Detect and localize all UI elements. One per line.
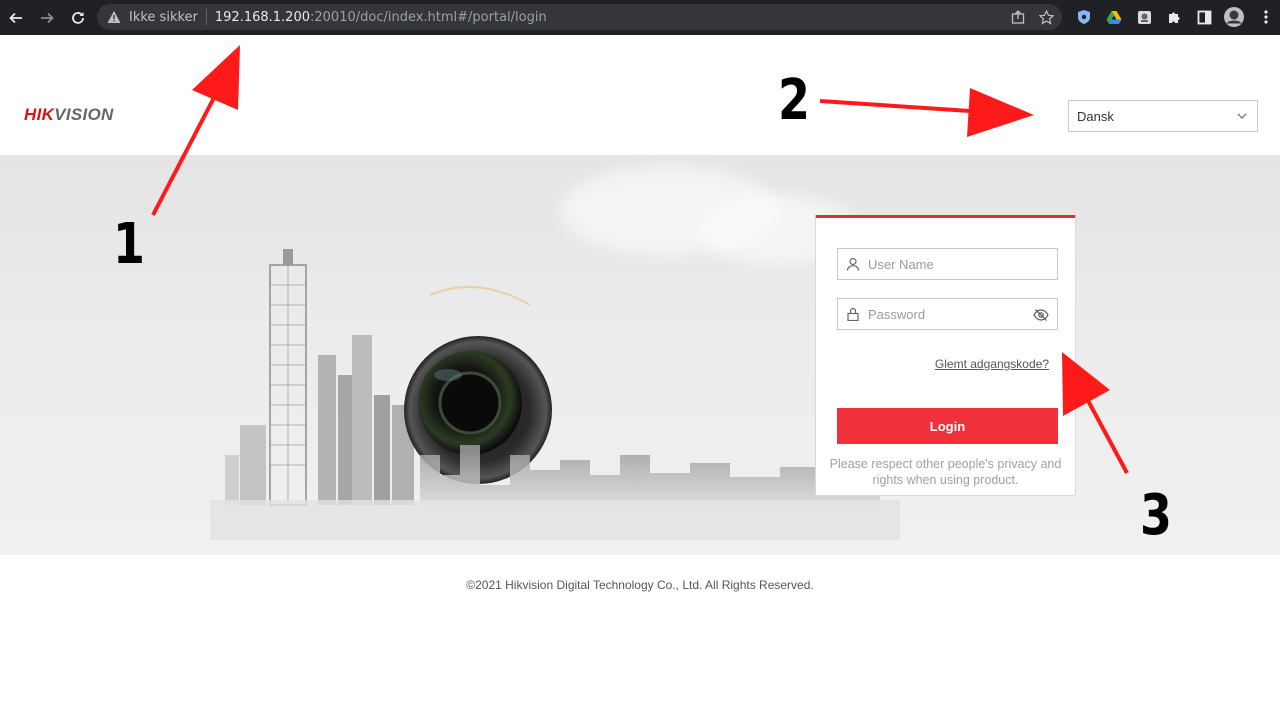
page-header: HIKVISION [0, 35, 1280, 155]
warning-icon [107, 11, 121, 23]
hikvision-logo: HIKVISION [24, 105, 114, 124]
eye-hidden-icon[interactable] [1033, 307, 1049, 323]
reload-icon[interactable] [63, 3, 93, 33]
side-panel-icon[interactable] [1193, 6, 1215, 28]
password-field[interactable] [837, 298, 1058, 330]
username-input[interactable] [868, 256, 1018, 272]
extension-shield-icon[interactable] [1073, 6, 1095, 28]
share-icon[interactable] [1008, 7, 1028, 27]
back-icon[interactable] [1, 3, 31, 33]
annotation-number-1: 1 [113, 212, 145, 277]
login-banner [0, 155, 1280, 555]
login-button[interactable]: Login [837, 408, 1058, 444]
privacy-note: Please respect other people's privacy an… [829, 457, 1062, 487]
password-input[interactable] [868, 306, 1018, 322]
lock-icon [847, 307, 859, 321]
language-select[interactable]: Dansk [1068, 100, 1258, 132]
forgot-password-link[interactable]: Glemt adgangskode? [935, 357, 1049, 371]
user-icon [846, 257, 860, 271]
google-drive-icon[interactable] [1103, 6, 1125, 28]
extension-square-icon[interactable] [1133, 6, 1155, 28]
omnibox-divider [205, 9, 207, 25]
address-bar[interactable]: Ikke sikker 192.168.1.200:20010/doc/inde… [97, 4, 1062, 30]
language-selected-value: Dansk [1077, 108, 1114, 124]
login-card: Glemt adgangskode? Login Please respect … [815, 215, 1076, 496]
security-label[interactable]: Ikke sikker [129, 10, 198, 25]
bookmark-star-icon[interactable] [1036, 7, 1056, 27]
url-path: :20010/doc/index.html#/portal/login [310, 9, 547, 25]
username-field[interactable] [837, 248, 1058, 280]
chevron-down-icon [1237, 113, 1247, 119]
browser-menu-icon[interactable] [1255, 6, 1277, 28]
forward-icon[interactable] [32, 3, 62, 33]
copyright-footer: ©2021 Hikvision Digital Technology Co., … [466, 578, 814, 592]
url-host: 192.168.1.200 [214, 9, 310, 25]
browser-toolbar: Ikke sikker 192.168.1.200:20010/doc/inde… [0, 0, 1280, 35]
annotation-number-3: 3 [1140, 483, 1172, 548]
city-camera-illustration [210, 249, 900, 540]
annotation-number-2: 2 [778, 68, 810, 133]
extensions-puzzle-icon[interactable] [1163, 6, 1185, 28]
url-text[interactable]: 192.168.1.200:20010/doc/index.html#/port… [215, 10, 547, 25]
profile-avatar-icon[interactable] [1223, 6, 1245, 28]
